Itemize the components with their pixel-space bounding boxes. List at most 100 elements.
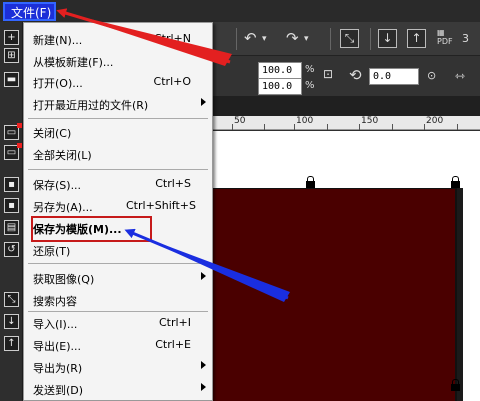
menu-item-close-all[interactable]: 全部关闭(L)	[24, 143, 212, 165]
lock-icon	[451, 176, 460, 189]
zoom-level[interactable]: 3	[462, 30, 469, 48]
mirror-icon[interactable]: ⇿	[455, 67, 465, 85]
dark-red-rectangle[interactable]	[213, 188, 457, 401]
lock-icon	[306, 176, 315, 189]
menu-item-label: 打开(O)...	[33, 77, 83, 90]
save-as-icon[interactable]: ▪	[4, 198, 19, 213]
menu-item-open[interactable]: 打开(O)... Ctrl+O	[24, 71, 212, 93]
menu-item-revert[interactable]: 还原(T)	[24, 239, 212, 261]
horizontal-ruler: 50 100 150 200	[213, 116, 480, 130]
menu-item-export[interactable]: 导出(E)... Ctrl+E	[24, 334, 212, 356]
pdf-label: PDF	[437, 37, 453, 46]
ruler-tick	[327, 124, 328, 130]
menu-item-close[interactable]: 关闭(C)	[24, 121, 212, 143]
publish-pdf-icon[interactable]: ▦ PDF	[437, 28, 453, 46]
menu-item-shortcut: Ctrl+E	[155, 338, 191, 351]
menu-item-shortcut: Ctrl+O	[153, 75, 191, 88]
menu-item-shortcut: Ctrl+Shift+S	[126, 199, 196, 212]
export-icon[interactable]: ↑	[407, 29, 426, 48]
search-content-icon[interactable]: ⤡	[340, 29, 359, 48]
menu-separator	[28, 263, 208, 264]
rotation-field[interactable]: 0.0	[369, 68, 419, 85]
menu-item-label: 还原(T)	[33, 245, 71, 258]
open-folder-icon[interactable]: ▬	[4, 72, 19, 87]
file-menu-dropdown: 新建(N)... Ctrl+N 从模板新建(F)... 打开(O)... Ctr…	[23, 22, 213, 401]
toolbar-separator	[236, 28, 237, 50]
ruler-tick	[424, 124, 425, 130]
rotate-icon: ⟲	[349, 66, 362, 84]
menu-file[interactable]: 文件(F)	[3, 2, 56, 21]
application-window: 文件(F) ↶ ▾ ↷ ▾ ⤡ ↓ ↑ ▦ PDF 3 100.0 % 100.0…	[0, 0, 480, 401]
close-doc-icon[interactable]: ▭	[4, 123, 22, 140]
menu-item-label: 全部关闭(L)	[33, 149, 92, 162]
ruler-tick	[232, 124, 233, 130]
import-icon[interactable]: ↓	[378, 29, 397, 48]
menu-item-label: 关闭(C)	[33, 127, 72, 140]
menu-item-label: 导出(E)...	[33, 340, 82, 353]
scale-y-unit: %	[305, 80, 315, 91]
menu-item-label: 从模板新建(F)...	[33, 56, 114, 69]
menu-item-label: 发送到(D)	[33, 384, 84, 397]
menu-item-import[interactable]: 导入(I)... Ctrl+I	[24, 312, 212, 334]
menu-item-send-to[interactable]: 发送到(D)	[24, 378, 212, 400]
menu-item-open-recent[interactable]: 打开最近用过的文件(R)	[24, 93, 212, 115]
ruler-tick	[392, 124, 393, 130]
menu-item-new[interactable]: 新建(N)... Ctrl+N	[24, 28, 212, 50]
menu-item-new-from-template[interactable]: 从模板新建(F)...	[24, 50, 212, 72]
menu-item-label: 保存(S)...	[33, 179, 82, 192]
menu-item-acquire-image[interactable]: 获取图像(Q)	[24, 267, 212, 289]
ruler-label: 100	[296, 116, 314, 126]
submenu-arrow-icon	[201, 272, 206, 280]
rotation-center-icon[interactable]: ⊙	[427, 67, 436, 85]
menu-item-label: 获取图像(Q)	[33, 273, 95, 286]
menu-separator	[28, 118, 208, 119]
submenu-arrow-icon	[201, 361, 206, 369]
ruler-label: 150	[361, 116, 379, 126]
import-tool-icon[interactable]: ↓	[4, 314, 19, 329]
ruler-tick	[457, 124, 458, 130]
scale-x-field[interactable]: 100.0	[258, 62, 302, 79]
ruler-tick	[264, 124, 265, 130]
undo-icon[interactable]: ↶	[244, 29, 257, 47]
close-all-icon[interactable]: ▭	[4, 143, 22, 160]
menu-item-shortcut: Ctrl+S	[155, 177, 191, 190]
menu-item-shortcut: Ctrl+I	[158, 316, 191, 329]
toolbar-separator	[330, 28, 331, 50]
scale-y-field[interactable]: 100.0	[258, 78, 302, 95]
menu-item-save-as[interactable]: 另存为(A)... Ctrl+Shift+S	[24, 195, 212, 217]
document-tab-strip	[213, 96, 480, 116]
ruler-label: 200	[426, 116, 444, 126]
scale-x-unit: %	[305, 64, 315, 75]
revert-icon[interactable]: ↺	[4, 242, 19, 257]
menu-item-save[interactable]: 保存(S)... Ctrl+S	[24, 173, 212, 195]
menu-item-label: 导出为(R)	[33, 362, 83, 375]
menubar: 文件(F)	[0, 0, 480, 22]
undo-dropdown-icon[interactable]: ▾	[262, 30, 267, 48]
toolbar-separator	[370, 28, 371, 50]
menu-item-shortcut: Ctrl+N	[153, 32, 191, 45]
search-content-tool-icon[interactable]: ⤡	[4, 292, 19, 307]
menu-item-label: 搜索内容	[33, 295, 77, 308]
menu-separator	[28, 169, 208, 170]
redo-icon[interactable]: ↷	[286, 29, 299, 47]
menu-item-label: 另存为(A)...	[33, 201, 93, 214]
ruler-tick	[294, 124, 295, 130]
lock-icon	[451, 379, 460, 392]
save-template-icon[interactable]: ▤	[4, 220, 19, 235]
save-icon[interactable]: ▪	[4, 177, 19, 192]
menu-item-label: 新建(N)...	[33, 34, 83, 47]
export-tool-icon[interactable]: ↑	[4, 336, 19, 351]
menu-item-label: 导入(I)...	[33, 318, 78, 331]
menu-item-label: 打开最近用过的文件(R)	[33, 99, 149, 112]
new-doc-icon[interactable]: +	[4, 30, 19, 45]
lock-ratio-icon[interactable]: ⊡	[323, 65, 333, 83]
new-from-template-icon[interactable]: ⊞	[4, 48, 19, 63]
redo-dropdown-icon[interactable]: ▾	[304, 30, 309, 48]
menu-item-search-content[interactable]: 搜索内容	[24, 289, 212, 311]
shape-edge	[457, 188, 463, 401]
ruler-tick	[359, 124, 360, 130]
menu-item-export-for[interactable]: 导出为(R)	[24, 356, 212, 378]
ruler-label: 50	[234, 116, 246, 126]
submenu-arrow-icon	[201, 98, 206, 106]
toolbox: + ⊞ ▬ ▭ ▭ ▪ ▪ ▤ ↺ ⤡ ↓ ↑	[0, 22, 23, 401]
